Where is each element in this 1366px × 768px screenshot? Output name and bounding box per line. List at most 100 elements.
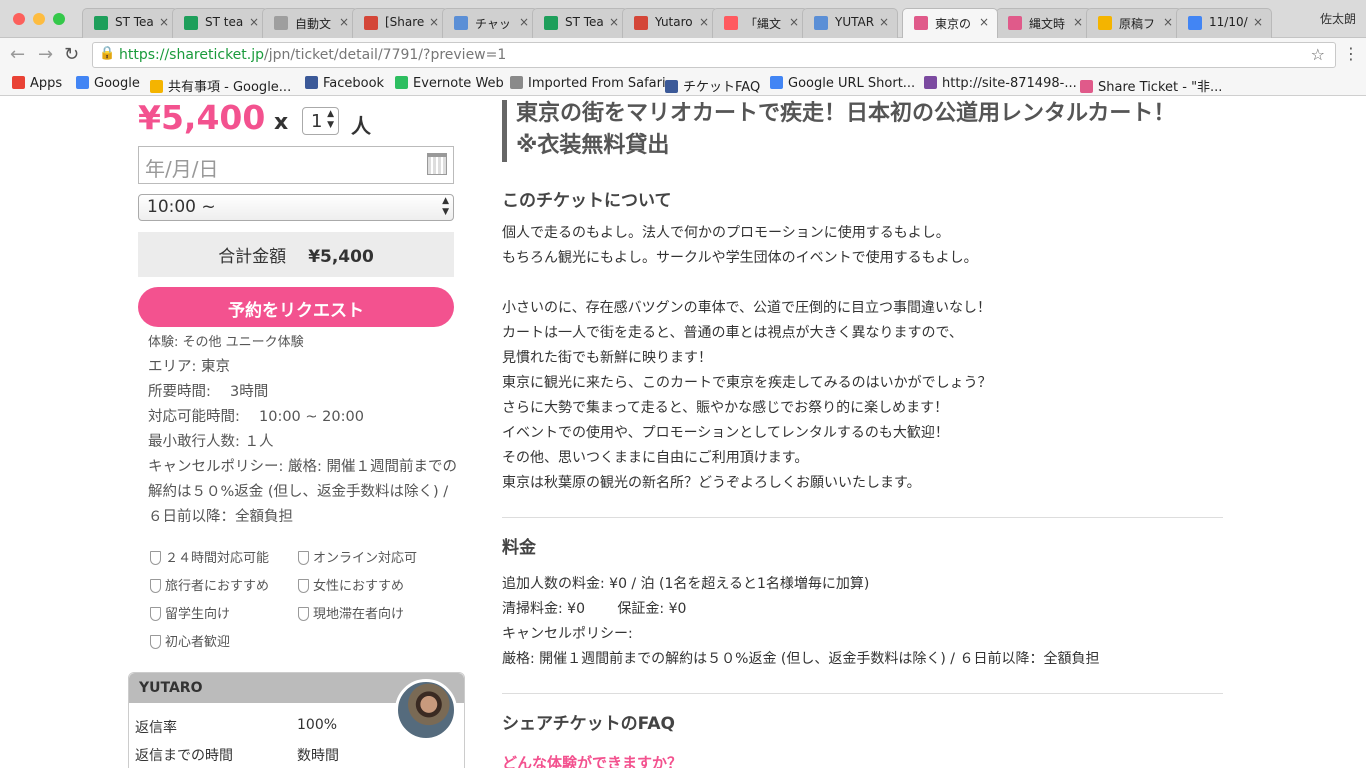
feature-label: 留学生向け xyxy=(165,607,231,622)
tab-close-icon[interactable]: × xyxy=(429,15,439,29)
bookmark-item[interactable]: Google xyxy=(76,76,140,91)
feature-tag: オンライン対応可 xyxy=(298,547,417,566)
paragraph-line: さらに大勢で集まって走ると、賑やかな感じでお祭り的に楽しめます！ xyxy=(502,400,949,416)
browser-tab[interactable]: ST Tea × xyxy=(82,8,178,38)
menu-icon[interactable]: ⋮ xyxy=(1343,44,1359,63)
tab-close-icon[interactable]: × xyxy=(879,15,889,29)
bookmark-label: Share Ticket - "非... xyxy=(1098,80,1223,95)
bookmark-item[interactable]: Imported From Safari xyxy=(510,76,666,91)
total-value: ¥5,400 xyxy=(308,247,374,267)
browser-tab[interactable]: 東京の × xyxy=(902,8,998,38)
feature-tag: 初心者歓迎 xyxy=(150,631,230,650)
paragraph-line: 東京に観光に来たら、このカートで東京を疾走してみるのはいかがでしょう？ xyxy=(502,375,992,391)
tab-close-icon[interactable]: × xyxy=(1253,15,1263,29)
address-bar[interactable]: 🔒 https://shareticket.jp/jpn/ticket/deta… xyxy=(92,42,1336,68)
bookmark-item[interactable]: http://site-871498-... xyxy=(924,76,1077,91)
paragraph-line: その他、思いつくままに自由にご利用頂けます。 xyxy=(502,450,809,466)
bookmark-favicon-icon xyxy=(770,76,783,89)
tab-label: ST Tea xyxy=(565,15,604,29)
tab-favicon-icon xyxy=(274,16,288,30)
time-select[interactable]: 10:00 ~ ▲ ▼ xyxy=(138,194,454,221)
tab-label: 「縄文 xyxy=(745,17,782,31)
request-booking-button[interactable]: 予約をリクエスト xyxy=(138,287,454,327)
tab-close-icon[interactable]: × xyxy=(159,15,169,29)
ticket-detail-line: 解約は５０%返金 (但し、返金手数料は除く) / xyxy=(148,484,449,500)
bookmark-favicon-icon xyxy=(150,80,163,93)
tab-close-icon[interactable]: × xyxy=(1073,15,1083,29)
paragraph-line: もちろん観光にもよし。サークルや学生団体のイベントで使用するもよし。 xyxy=(502,250,978,266)
tab-favicon-icon xyxy=(724,16,738,30)
reload-icon[interactable]: ↻ xyxy=(64,44,79,65)
ticket-title-line: ※衣装無料貸出 xyxy=(516,133,670,158)
browser-tab[interactable]: ST Tea × xyxy=(532,8,628,38)
tab-label: ST Tea xyxy=(115,15,154,29)
faq-question-link[interactable]: どんな体験ができますか？ xyxy=(502,752,682,768)
bookmark-label: 共有事項 - Google... xyxy=(168,80,292,95)
tab-close-icon[interactable]: × xyxy=(339,15,349,29)
browser-tab[interactable]: Yutaro × xyxy=(622,8,718,38)
ticket-title: 東京の街をマリオカートで疾走！日本初の公道用レンタルカート！ ※衣装無料貸出 xyxy=(516,98,1216,162)
browser-tab[interactable]: ST tea × xyxy=(172,8,268,38)
tab-label: 11/10/ xyxy=(1209,15,1248,29)
profile-name[interactable]: 佐太朗 xyxy=(1320,10,1356,27)
paragraph-line: 見慣れた街でも新鮮に映ります！ xyxy=(502,350,712,366)
tab-close-icon[interactable]: × xyxy=(249,15,259,29)
forward-arrow-icon[interactable]: → xyxy=(38,44,53,65)
minimize-window-icon[interactable] xyxy=(33,13,45,25)
tab-label: Yutaro xyxy=(655,15,693,29)
paragraph-line: 個人で走るのもよし。法人で何かのプロモーションに使用するもよし。 xyxy=(502,225,950,241)
feature-label: 現地滞在者向け xyxy=(313,607,405,622)
bookmark-label: Google xyxy=(94,76,140,91)
ticket-detail-line: 体験: その他 ユニーク体験 xyxy=(148,335,304,350)
browser-tab[interactable]: 縄文時 × xyxy=(996,8,1092,38)
host-stat-label: 返信までの時間 xyxy=(135,748,233,764)
date-input[interactable]: 年/月/日 xyxy=(138,146,454,184)
bookmark-item[interactable]: Google URL Short... xyxy=(770,76,915,91)
browser-tab[interactable]: [Share × xyxy=(352,8,448,38)
tab-favicon-icon xyxy=(814,16,828,30)
browser-tab[interactable]: チャッ × xyxy=(442,8,538,38)
browser-tab[interactable]: 原稿フ × xyxy=(1086,8,1182,38)
browser-tab[interactable]: 自動文 × xyxy=(262,8,358,38)
stepper-arrows-icon[interactable]: ▲ ▼ xyxy=(327,109,334,131)
bookmark-item[interactable]: Apps xyxy=(12,76,62,91)
host-stat-value: 数時間 xyxy=(297,748,339,764)
bookmark-favicon-icon xyxy=(76,76,89,89)
bookmark-favicon-icon xyxy=(1080,80,1093,93)
tab-favicon-icon xyxy=(184,16,198,30)
quantity-stepper[interactable]: 1 ▲ ▼ xyxy=(302,107,339,135)
tab-close-icon[interactable]: × xyxy=(699,15,709,29)
browser-tab[interactable]: YUTAR × xyxy=(802,8,898,38)
back-arrow-icon[interactable]: ← xyxy=(10,44,25,65)
browser-tab[interactable]: 11/10/ × xyxy=(1176,8,1272,38)
tab-close-icon[interactable]: × xyxy=(789,15,799,29)
close-window-icon[interactable] xyxy=(13,13,25,25)
feature-label: オンライン対応可 xyxy=(313,551,418,566)
bookmark-label: Google URL Short... xyxy=(788,76,916,91)
bookmark-item[interactable]: Evernote Web xyxy=(395,76,504,91)
browser-tab[interactable]: 「縄文 × xyxy=(712,8,808,38)
paragraph-line: カートは一人で街を走ると、普通の車とは視点が大きく異なりますので、 xyxy=(502,325,963,341)
tab-close-icon[interactable]: × xyxy=(979,15,989,29)
tab-close-icon[interactable]: × xyxy=(1163,15,1173,29)
date-placeholder: 年/月/日 xyxy=(145,157,219,181)
ticket-page: ¥5,400 x 1 ▲ ▼ 人 年/月/日 10:00 ~ ▲ ▼ 合計金額 ¥5,4… xyxy=(0,96,1366,768)
bookmark-item[interactable]: チケットFAQ xyxy=(665,76,760,95)
badge-icon xyxy=(150,551,161,565)
bookmark-item[interactable]: 共有事項 - Google... xyxy=(150,76,291,95)
paragraph-line: 厳格: 開催１週間前までの解約は５０%返金 (但し、返金手数料は除く) / ６日… xyxy=(502,651,1100,667)
bookmark-favicon-icon xyxy=(305,76,318,89)
bookmarks-bar: Apps Google 共有事項 - Google... Facebook Everno… xyxy=(0,72,1366,96)
bookmark-label: Imported From Safari xyxy=(528,76,666,91)
paragraph-line: 小さいのに、存在感バツグンの車体で、公道で圧倒的に目立つ事間違いなし！ xyxy=(502,300,992,316)
maximize-window-icon[interactable] xyxy=(53,13,65,25)
bookmark-star-icon[interactable]: ☆ xyxy=(1311,45,1325,64)
bookmark-item[interactable]: Share Ticket - "非... xyxy=(1080,76,1222,95)
calendar-icon[interactable] xyxy=(427,153,447,175)
bookmark-item[interactable]: Facebook xyxy=(305,76,384,91)
url-host: https://shareticket.jp xyxy=(119,47,265,63)
tab-close-icon[interactable]: × xyxy=(609,15,619,29)
tab-close-icon[interactable]: × xyxy=(519,15,529,29)
tab-favicon-icon xyxy=(94,16,108,30)
host-avatar[interactable] xyxy=(395,679,457,741)
